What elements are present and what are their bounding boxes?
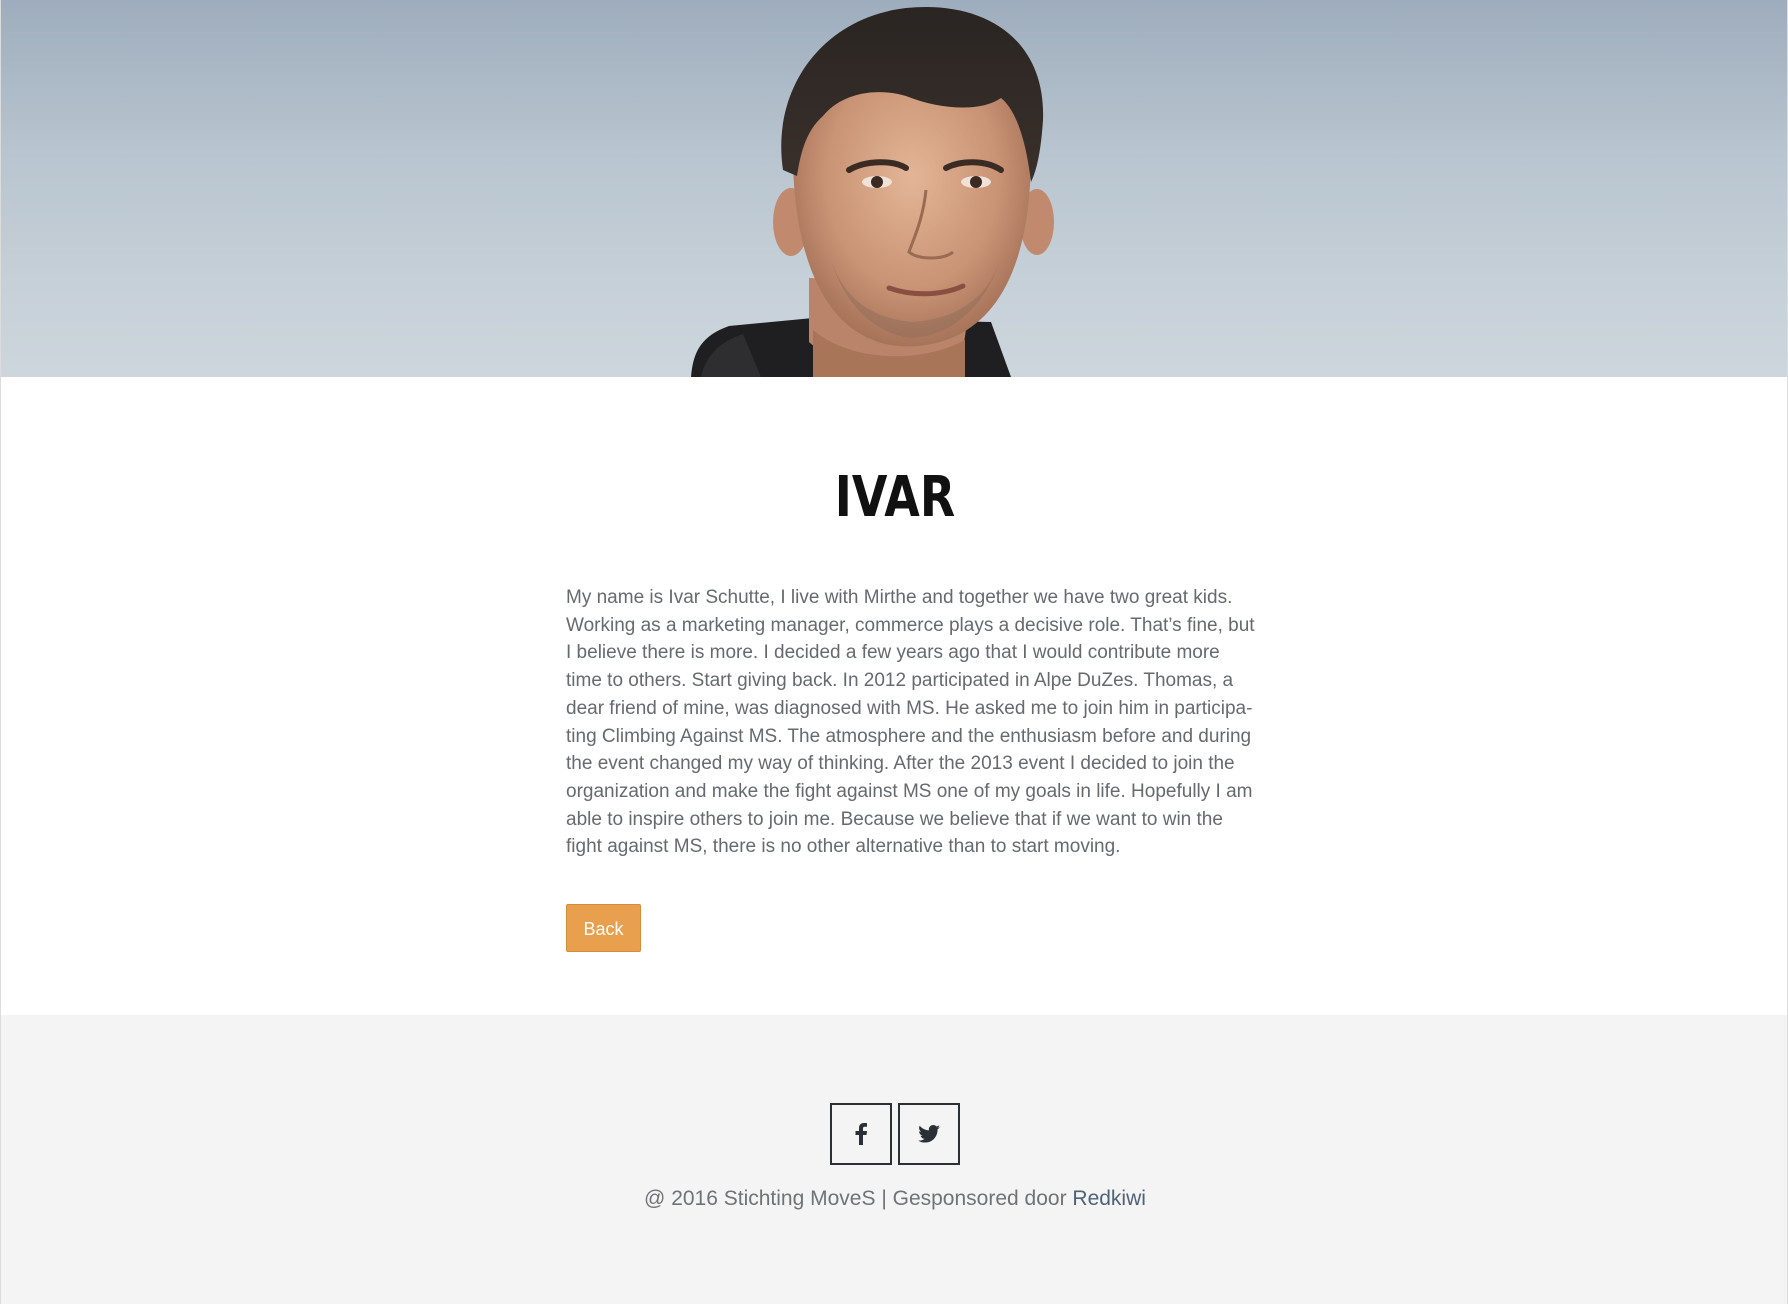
bio-line: Working as a marketing manager, commerce… [566,614,1255,636]
back-button[interactable]: Back [566,904,641,952]
hero-banner [1,0,1787,377]
bio-line: fight against MS, there is no other alte… [566,836,1121,858]
copyright-text: @ 2016 Stichting MoveS | Gesponsored doo… [1,1187,1787,1211]
copyright-label: @ 2016 Stichting MoveS | Gesponsored doo… [644,1187,1073,1210]
bio-paragraph: My name is Ivar Schutte, I live with Mir… [566,584,1255,861]
footer: @ 2016 Stichting MoveS | Gesponsored doo… [1,1015,1787,1304]
bio-line: dear friend of mine, was diagnosed with … [566,697,1253,719]
bio-line: the event changed my way of thinking. Af… [566,753,1235,775]
facebook-button[interactable] [830,1103,892,1165]
profile-section: IVAR My name is Ivar Schutte, I live wit… [1,377,1787,1015]
bio-line: able to inspire others to join me. Becau… [566,808,1223,830]
bio-line: My name is Ivar Schutte, I live with Mir… [566,587,1233,608]
twitter-icon [918,1125,940,1143]
page-title: IVAR [834,465,956,530]
sponsor-link[interactable]: Redkiwi [1072,1187,1146,1210]
bio-line: I believe there is more. I decided a few… [566,642,1220,664]
page: IVAR My name is Ivar Schutte, I live wit… [0,0,1788,1304]
twitter-button[interactable] [898,1103,960,1165]
bio-line: ting Climbing Against MS. The atmosphere… [566,725,1252,747]
bio-line: time to others. Start giving back. In 20… [566,670,1234,692]
portrait-photo [691,6,1054,377]
bio-line: organization and make the fight against … [566,780,1253,802]
facebook-icon [855,1123,867,1145]
